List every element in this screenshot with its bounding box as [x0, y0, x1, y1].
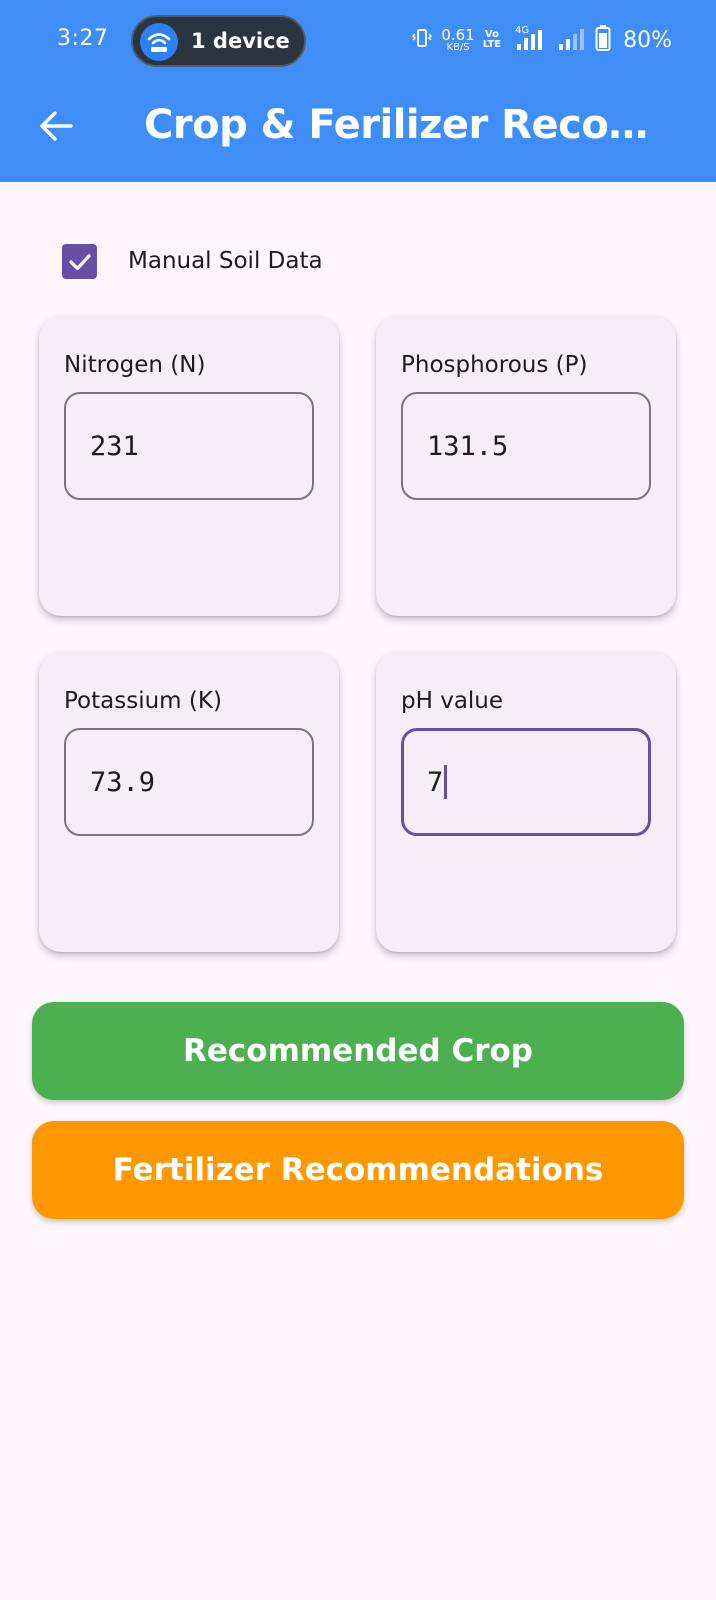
device-pill-label: 1 device	[191, 29, 290, 53]
volte-indicator: Vo LTE	[483, 30, 501, 50]
ph-card: pH value 7	[376, 652, 676, 952]
phosphorous-card: Phosphorous (P) 131.5	[376, 316, 676, 616]
manual-soil-checkbox[interactable]	[62, 244, 97, 279]
network-speed-unit: KB/S	[446, 41, 470, 53]
nitrogen-value: 231	[90, 430, 139, 462]
signal-4g-icon: 4G	[509, 24, 549, 57]
potassium-card: Potassium (K) 73.9	[39, 652, 339, 952]
recommended-crop-button[interactable]: Recommended Crop	[32, 1002, 684, 1100]
potassium-label: Potassium (K)	[64, 688, 222, 714]
check-icon	[68, 253, 91, 270]
app-bar: 3:27 1 device 0.61 KB/S Vo LTE 4G 80% Cr…	[0, 0, 716, 182]
phosphorous-value: 131.5	[427, 430, 509, 462]
ph-label: pH value	[401, 688, 504, 714]
nitrogen-card: Nitrogen (N) 231	[39, 316, 339, 616]
vibrate-icon	[411, 27, 433, 54]
wifi-hotspot-icon	[140, 23, 178, 61]
phosphorous-label: Phosphorous (P)	[401, 352, 588, 378]
network-speed-value: 0.61	[441, 25, 475, 44]
volte-bottom: LTE	[482, 39, 502, 50]
back-button[interactable]	[34, 104, 78, 148]
device-pill[interactable]: 1 device	[131, 15, 306, 67]
text-caret	[444, 765, 448, 799]
nitrogen-input[interactable]: 231	[64, 392, 314, 500]
battery-icon	[595, 24, 611, 57]
nitrogen-label: Nitrogen (N)	[64, 352, 206, 378]
status-time: 3:27	[57, 26, 109, 51]
page-title: Crop & Ferilizer Recomm...	[144, 102, 684, 148]
network-speed: 0.61 KB/S	[441, 25, 475, 53]
ph-value: 7	[427, 766, 444, 798]
potassium-input[interactable]: 73.9	[64, 728, 314, 836]
ph-input[interactable]: 7	[401, 728, 651, 836]
status-icons: 0.61 KB/S Vo LTE 4G 80%	[411, 22, 672, 58]
phosphorous-input[interactable]: 131.5	[401, 392, 651, 500]
manual-soil-label: Manual Soil Data	[128, 248, 323, 274]
battery-percent: 80%	[623, 27, 672, 53]
arrow-left-icon	[40, 111, 73, 141]
signal-icon	[557, 26, 587, 55]
svg-text:4G: 4G	[515, 25, 529, 36]
fertilizer-recommendations-button[interactable]: Fertilizer Recommendations	[32, 1121, 684, 1219]
potassium-value: 73.9	[90, 766, 156, 798]
